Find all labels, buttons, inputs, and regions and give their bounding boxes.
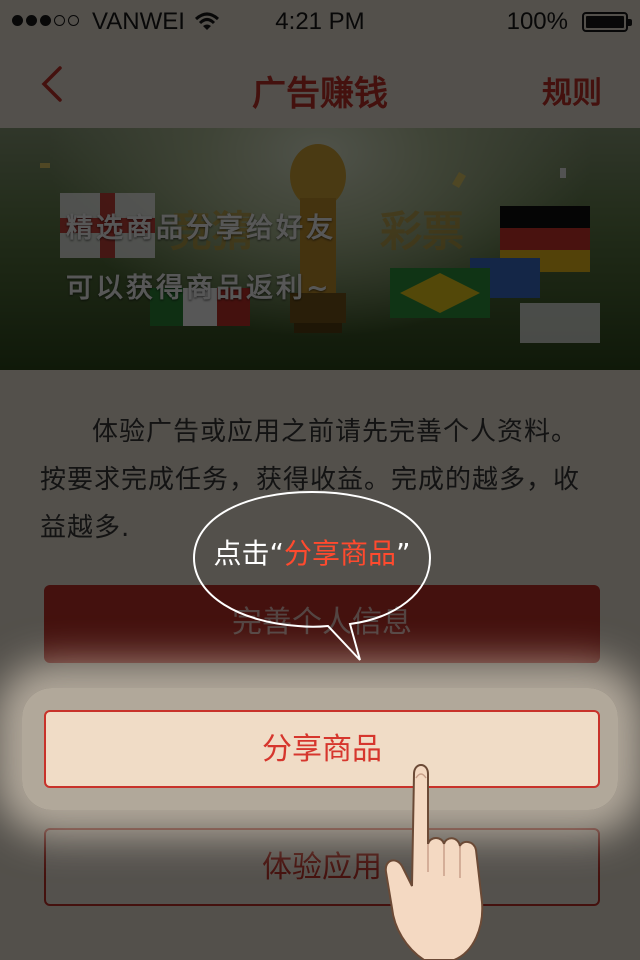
pointing-hand-icon <box>384 764 484 960</box>
guide-text-highlight: 分享商品 <box>283 537 396 570</box>
experience-apps-button[interactable]: 体验应用 <box>44 828 600 906</box>
svg-text:彩票: 彩票 <box>380 207 464 256</box>
banner-artwork: 竞猜 彩票 <box>40 144 600 343</box>
battery-percent: 100% <box>506 8 568 35</box>
rules-button[interactable]: 规则 <box>542 68 602 112</box>
guide-speech-bubble: 点击“分享商品” <box>190 488 434 664</box>
status-bar: VANWEI 4:21 PM 100% <box>0 0 640 40</box>
guide-text-suffix: ” <box>396 537 411 570</box>
banner-line-1: 精选商品分享给好友 <box>66 213 336 244</box>
share-products-button[interactable]: 分享商品 <box>44 710 600 788</box>
navigation-bar: 广告赚钱 规则 <box>0 40 640 128</box>
promo-banner[interactable]: 竞猜 彩票 精选商品分享给好友 可以获得商品返利~ <box>0 128 640 370</box>
battery-icon <box>582 12 632 32</box>
guide-text: 点击“分享商品” <box>190 532 434 572</box>
guide-text-prefix: 点击“ <box>213 537 284 570</box>
banner-line-2: 可以获得商品返利~ <box>66 273 332 304</box>
